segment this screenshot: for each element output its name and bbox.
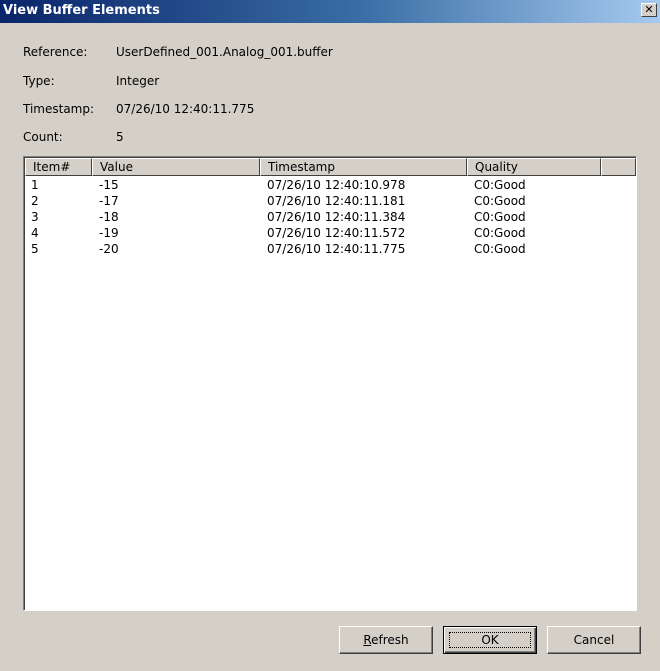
value-cell: -19 xyxy=(99,226,119,240)
ok-button[interactable]: OK xyxy=(443,626,537,654)
cancel-button[interactable]: Cancel xyxy=(547,626,641,654)
type-label: Type: xyxy=(23,74,55,88)
item-cell: 3 xyxy=(31,210,39,224)
timestamp-cell: 07/26/10 12:40:11.572 xyxy=(267,226,406,240)
quality-cell: C0:Good xyxy=(474,178,526,192)
column-header-value[interactable]: Value xyxy=(92,158,260,176)
item-cell: 1 xyxy=(31,178,39,192)
title-bar[interactable]: View Buffer Elements ✕ xyxy=(0,0,660,23)
quality-cell: C0:Good xyxy=(474,242,526,256)
refresh-label: efresh xyxy=(371,633,409,647)
table-row[interactable]: 4 -19 07/26/10 12:40:11.572 C0:Good xyxy=(25,225,635,241)
dialog-title: View Buffer Elements xyxy=(3,3,160,18)
timestamp-cell: 07/26/10 12:40:11.181 xyxy=(267,194,406,208)
value-cell: -15 xyxy=(99,178,119,192)
view-buffer-elements-dialog: View Buffer Elements ✕ Reference: UserDe… xyxy=(0,0,660,671)
column-header-filler xyxy=(601,158,636,176)
list-header: Item# Value Timestamp Quality xyxy=(25,158,636,176)
value-cell: -18 xyxy=(99,210,119,224)
close-icon: ✕ xyxy=(644,3,654,16)
item-cell: 2 xyxy=(31,194,39,208)
column-header-timestamp[interactable]: Timestamp xyxy=(260,158,467,176)
close-button[interactable]: ✕ xyxy=(641,3,657,17)
refresh-accelerator: R xyxy=(363,633,372,647)
quality-cell: C0:Good xyxy=(474,226,526,240)
buffer-elements-list[interactable]: Item# Value Timestamp Quality 1 -15 07/2… xyxy=(23,156,637,611)
quality-cell: C0:Good xyxy=(474,194,526,208)
type-value: Integer xyxy=(116,74,160,88)
reference-value: UserDefined_001.Analog_001.buffer xyxy=(116,45,333,59)
timestamp-cell: 07/26/10 12:40:10.978 xyxy=(267,178,406,192)
item-cell: 5 xyxy=(31,242,39,256)
table-row[interactable]: 3 -18 07/26/10 12:40:11.384 C0:Good xyxy=(25,209,635,225)
column-header-item[interactable]: Item# xyxy=(25,158,92,176)
quality-cell: C0:Good xyxy=(474,210,526,224)
table-row[interactable]: 2 -17 07/26/10 12:40:11.181 C0:Good xyxy=(25,193,635,209)
timestamp-cell: 07/26/10 12:40:11.775 xyxy=(267,242,406,256)
count-label: Count: xyxy=(23,130,63,144)
ok-label: OK xyxy=(449,632,531,648)
reference-label: Reference: xyxy=(23,45,88,59)
value-cell: -17 xyxy=(99,194,119,208)
column-header-quality[interactable]: Quality xyxy=(467,158,601,176)
item-cell: 4 xyxy=(31,226,39,240)
table-row[interactable]: 5 -20 07/26/10 12:40:11.775 C0:Good xyxy=(25,241,635,257)
count-value: 5 xyxy=(116,130,124,144)
timestamp-label: Timestamp: xyxy=(23,102,95,116)
table-row[interactable]: 1 -15 07/26/10 12:40:10.978 C0:Good xyxy=(25,177,635,193)
timestamp-cell: 07/26/10 12:40:11.384 xyxy=(267,210,406,224)
value-cell: -20 xyxy=(99,242,119,256)
timestamp-value: 07/26/10 12:40:11.775 xyxy=(116,102,255,116)
refresh-button[interactable]: Refresh xyxy=(339,626,433,654)
